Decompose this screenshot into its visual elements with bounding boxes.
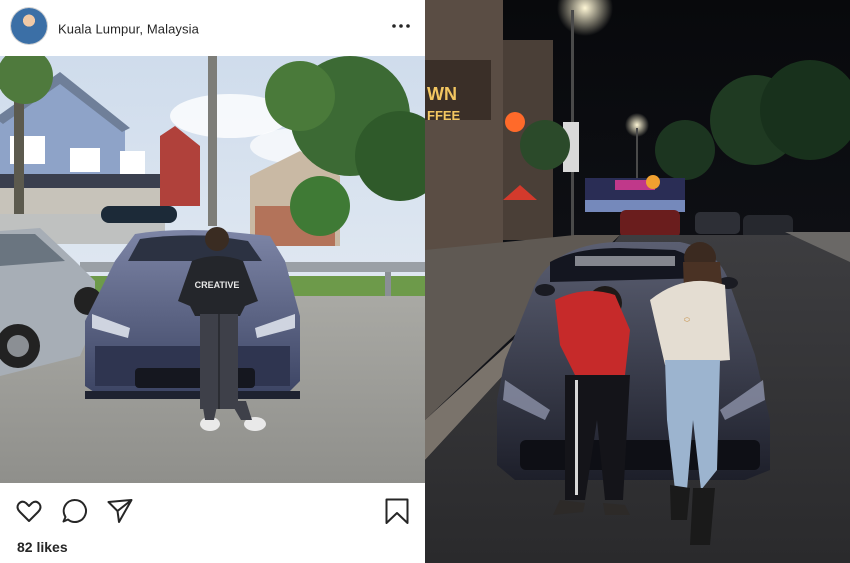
hoodie-logo-icon: ⬭ xyxy=(684,317,690,324)
comment-icon[interactable] xyxy=(61,497,89,525)
more-options-icon[interactable] xyxy=(389,14,413,38)
post-actions: 82 likes xyxy=(0,483,425,563)
post-photo[interactable]: CREATIVE xyxy=(0,56,425,483)
heart-icon[interactable] xyxy=(15,497,43,525)
avatar[interactable] xyxy=(11,8,47,44)
likes-count[interactable]: 82 likes xyxy=(17,539,68,555)
instagram-post: Kuala Lumpur, Malaysia CREATIVE 82 likes xyxy=(0,0,425,563)
location-link[interactable]: Kuala Lumpur, Malaysia xyxy=(58,22,199,37)
night-photo: WN FFEE ⬭ xyxy=(425,0,850,563)
sign-text-1: WN xyxy=(427,84,457,104)
share-icon[interactable] xyxy=(106,497,134,525)
post-header: Kuala Lumpur, Malaysia xyxy=(0,0,425,56)
sign-text-2: FFEE xyxy=(427,108,461,123)
shirt-text: CREATIVE xyxy=(195,280,240,290)
bookmark-icon[interactable] xyxy=(383,497,411,525)
